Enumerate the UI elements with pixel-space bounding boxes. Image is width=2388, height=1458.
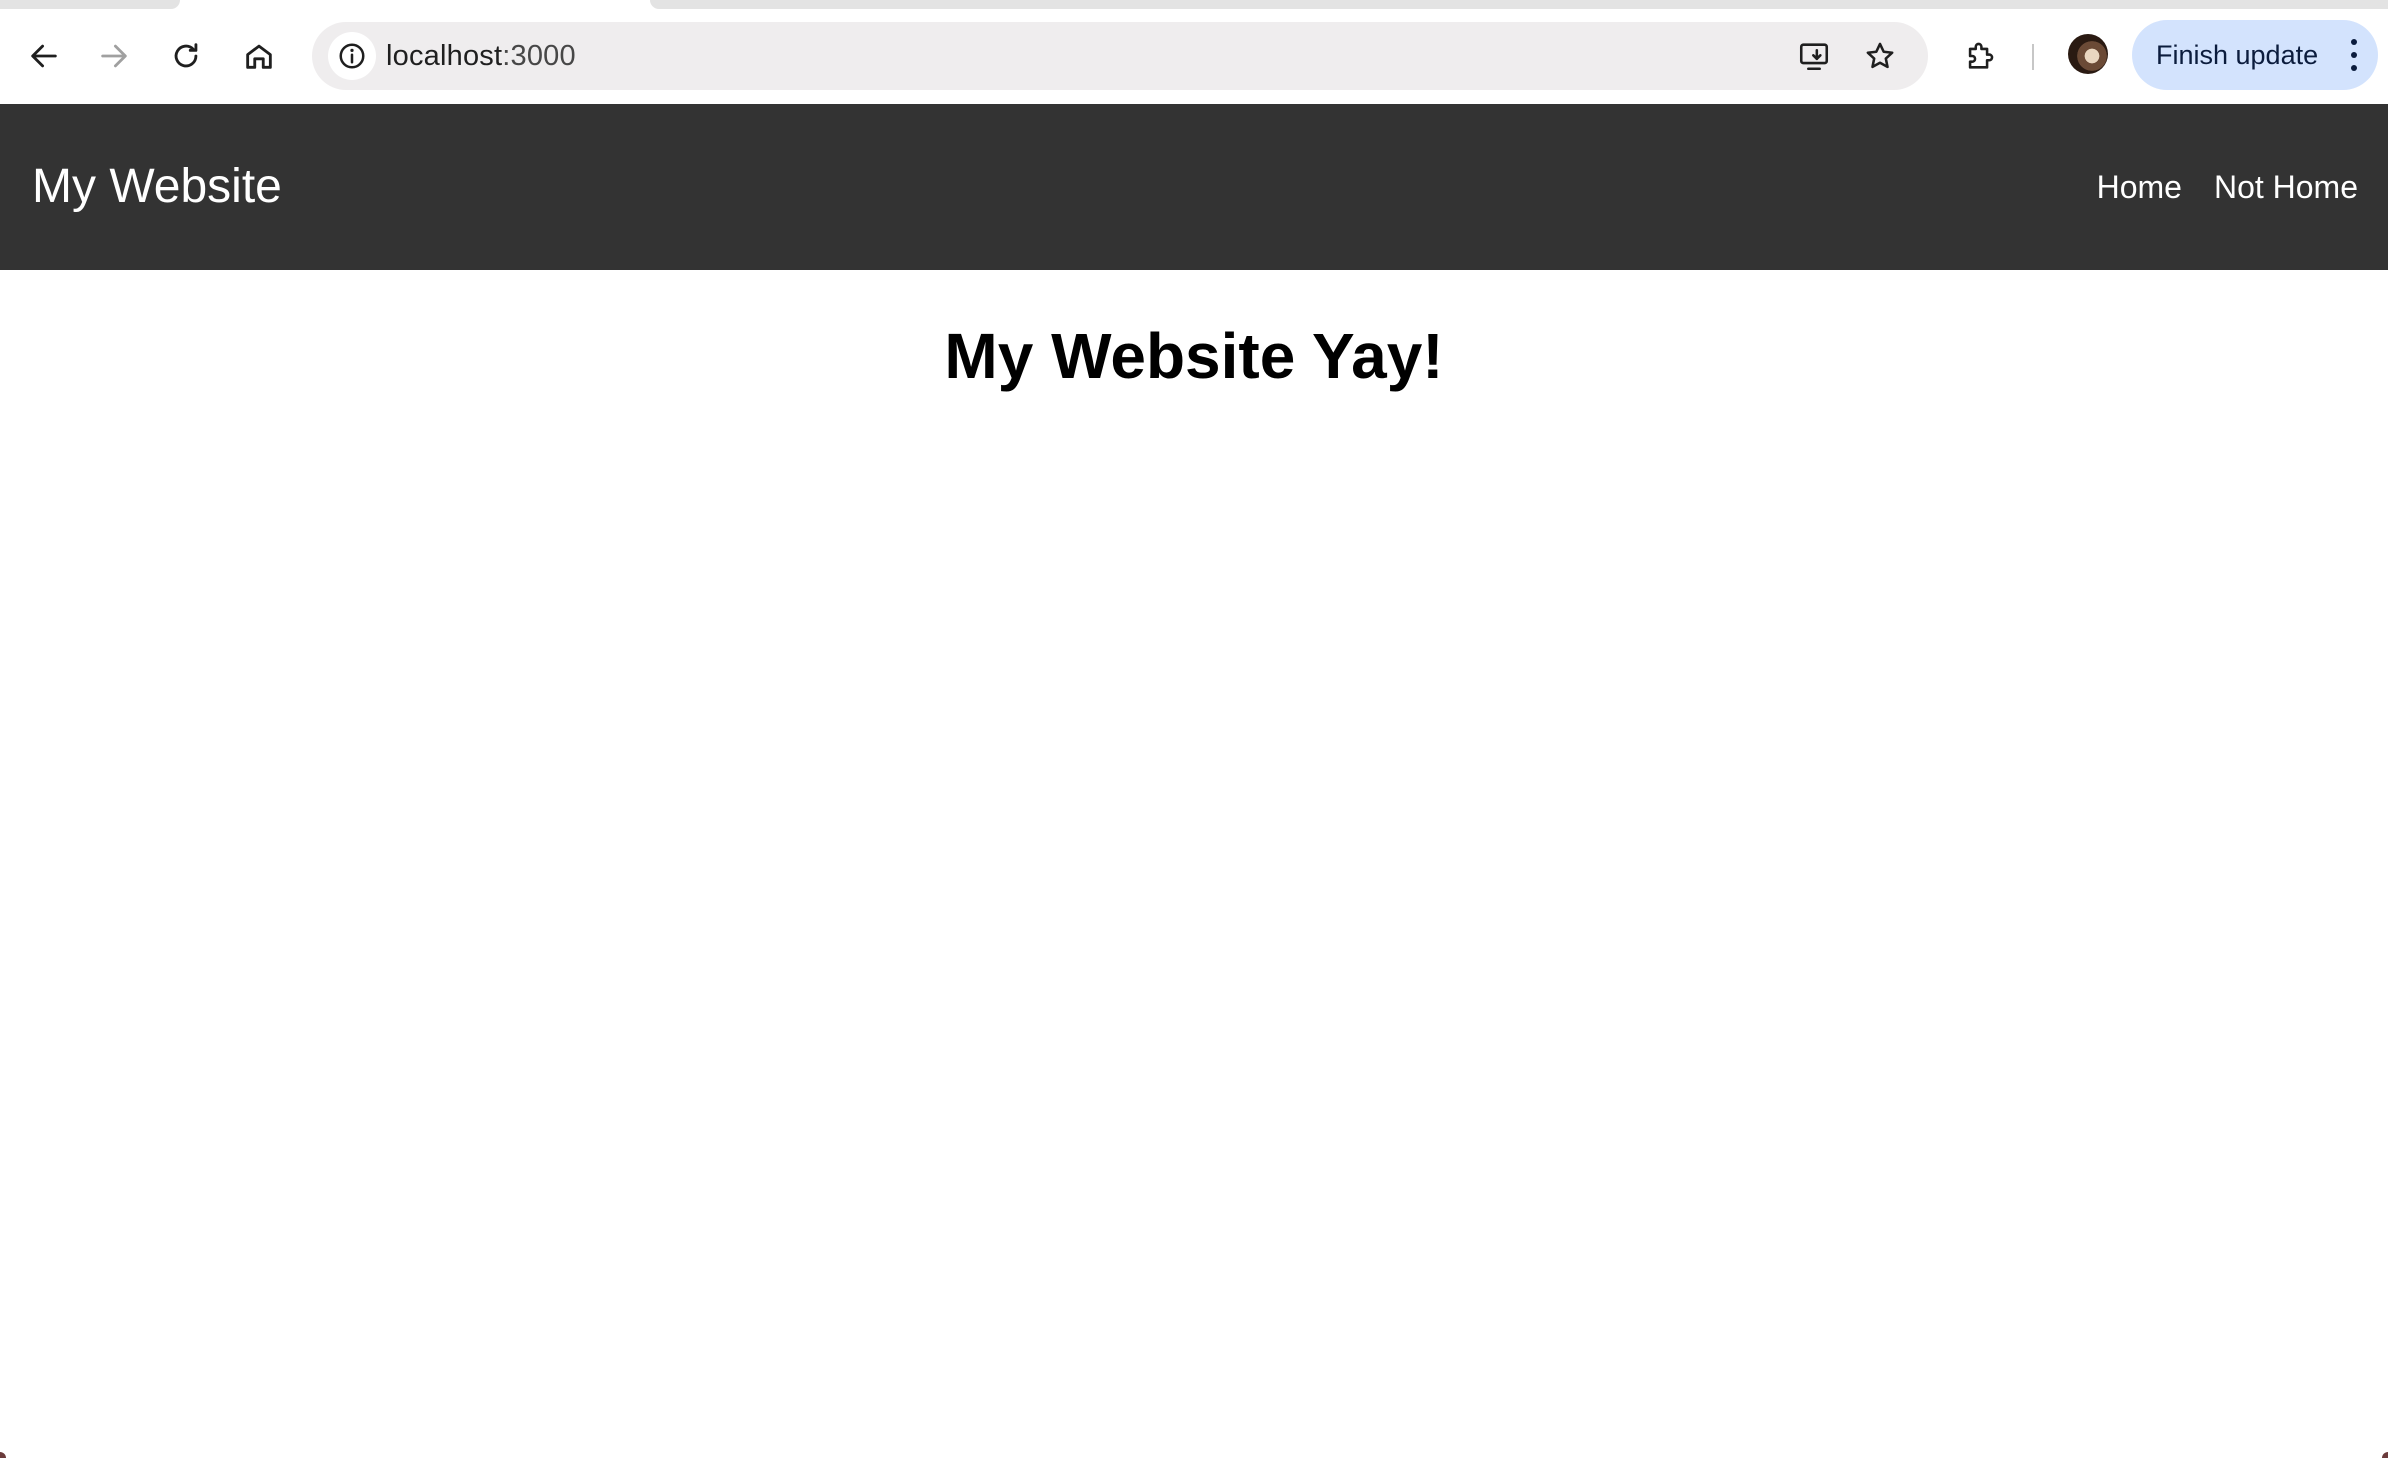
finish-update-button[interactable]: Finish update: [2132, 20, 2378, 90]
info-icon: [339, 43, 365, 69]
inactive-tab-left[interactable]: [0, 0, 180, 9]
url-host: localhost: [386, 40, 503, 72]
install-app-button[interactable]: [1790, 32, 1838, 80]
profile-avatar[interactable]: [2068, 34, 2108, 74]
page-viewport: My Website Home Not Home My Website Yay!: [0, 104, 2388, 1458]
extensions-button[interactable]: [1952, 28, 2008, 84]
browser-toolbar: localhost:3000 Finish update: [0, 10, 2388, 106]
url-port: :3000: [502, 40, 576, 72]
window-corner-right: [2382, 1452, 2388, 1458]
browser-window: localhost:3000 Finish update My Website …: [0, 0, 2388, 1458]
forward-button[interactable]: [86, 28, 142, 84]
bookmark-button[interactable]: [1856, 32, 1904, 80]
install-app-icon: [1799, 43, 1829, 71]
reload-icon: [174, 43, 198, 68]
inactive-tab-right[interactable]: [650, 0, 2388, 9]
site-navbar: My Website Home Not Home: [0, 104, 2388, 270]
home-button[interactable]: [231, 28, 287, 84]
site-info-button[interactable]: [328, 32, 376, 80]
nav-links: Home Not Home: [2065, 104, 2358, 270]
reload-button[interactable]: [158, 28, 214, 84]
back-button[interactable]: [16, 28, 72, 84]
star-icon: [1866, 42, 1894, 69]
tab-strip: [0, 0, 2388, 10]
home-icon: [246, 44, 272, 69]
address-bar[interactable]: localhost:3000: [312, 22, 1928, 90]
nav-link-home[interactable]: Home: [2097, 169, 2182, 206]
forward-arrow-icon: [101, 44, 127, 68]
toolbar-divider: [2032, 44, 2034, 70]
kebab-menu-icon[interactable]: [2344, 37, 2364, 73]
url-text[interactable]: localhost:3000: [386, 22, 576, 90]
finish-update-label: Finish update: [2156, 39, 2319, 70]
puzzle-icon: [1968, 42, 1994, 69]
back-arrow-icon: [31, 44, 57, 68]
nav-link-not-home[interactable]: Not Home: [2214, 169, 2358, 206]
page-title: My Website Yay!: [944, 320, 1444, 392]
site-brand[interactable]: My Website: [32, 104, 282, 270]
